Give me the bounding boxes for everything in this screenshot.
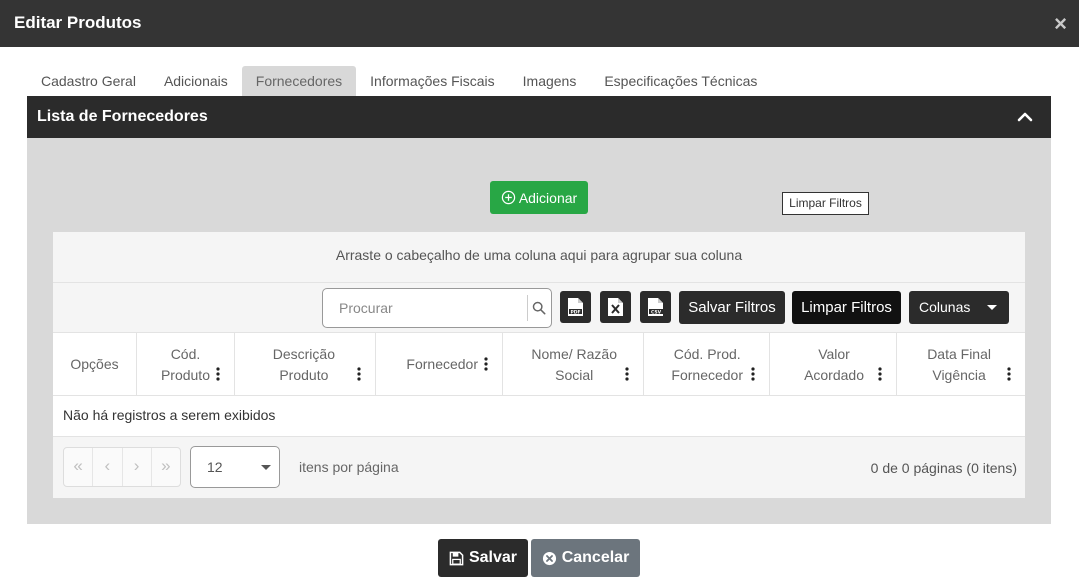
column-header-cod-prod-fornecedor[interactable]: Cód. Prod. Fornecedor — [644, 333, 770, 396]
cancel-button[interactable]: Cancelar — [531, 539, 640, 577]
save-filters-button[interactable]: Salvar Filtros — [679, 291, 785, 324]
plus-circle-icon — [501, 190, 516, 205]
floppy-icon — [449, 551, 464, 565]
column-header-data-final-vigencia[interactable]: Data Final Vigência — [897, 333, 1025, 396]
column-title: Valor — [818, 345, 850, 362]
column-title: Data Final — [927, 345, 991, 362]
column-header-descricao-produto[interactable]: Descrição Produto — [235, 333, 376, 396]
column-header-valor-acordado[interactable]: Valor Acordado — [770, 333, 897, 396]
page-size-value: 12 — [207, 459, 223, 475]
panel-header: Lista de Fornecedores — [27, 96, 1051, 138]
column-title: Fornecedor — [671, 366, 743, 383]
chevron-up-icon[interactable] — [1017, 109, 1033, 125]
search-box — [322, 288, 552, 328]
search-icon[interactable] — [532, 301, 546, 315]
column-menu-icon[interactable] — [216, 367, 220, 381]
pdf-icon: PDF — [568, 298, 583, 316]
times-circle-icon — [542, 551, 556, 565]
data-grid: Arraste o cabeçalho de uma coluna aqui p… — [53, 232, 1025, 498]
column-title: Social — [555, 366, 594, 383]
page-info: 0 de 0 páginas (0 itens) — [870, 460, 1017, 476]
column-menu-icon[interactable] — [484, 357, 488, 371]
svg-text:CSV: CSV — [651, 309, 662, 315]
tab-bar: Cadastro Geral Adicionais Fornecedores I… — [27, 66, 771, 96]
modal-header: Editar Produtos × — [0, 0, 1079, 47]
column-menu-icon[interactable] — [1007, 367, 1011, 381]
add-button-label: Adicionar — [518, 189, 578, 206]
panel-title: Lista de Fornecedores — [37, 108, 208, 125]
modal-title: Editar Produtos — [14, 13, 142, 32]
svg-text:PDF: PDF — [570, 309, 580, 315]
add-button[interactable]: Adicionar — [490, 181, 588, 214]
column-title: Acordado — [804, 366, 864, 383]
grid-toolbar: PDF CSV Salvar Filtros Limpar F — [53, 283, 1025, 333]
export-excel-button[interactable] — [600, 291, 631, 323]
column-menu-icon[interactable] — [878, 367, 882, 381]
tab-informacoes-fiscais[interactable]: Informações Fiscais — [356, 66, 508, 96]
first-page-button[interactable]: « — [64, 448, 94, 486]
next-page-button[interactable]: › — [123, 448, 152, 486]
column-title: Fornecedor — [406, 356, 478, 372]
column-title: Nome/ Razão — [531, 345, 617, 362]
column-header-nome-razao-social[interactable]: Nome/ Razão Social — [503, 333, 644, 396]
column-header-cod-produto[interactable]: Cód. Produto — [137, 333, 235, 396]
cancel-button-label: Cancelar — [561, 549, 630, 566]
column-title: Descrição — [272, 345, 335, 362]
column-header-opcoes: Opções — [53, 333, 137, 396]
tab-especificacoes-tecnicas[interactable]: Especificações Técnicas — [590, 66, 771, 96]
columns-label: Colunas — [919, 299, 971, 315]
caret-down-icon — [261, 465, 271, 470]
column-title: Produto — [160, 366, 210, 383]
columns-dropdown[interactable]: Colunas — [909, 291, 1009, 324]
clear-filters-button[interactable]: Limpar Filtros — [792, 291, 901, 324]
close-icon[interactable]: × — [1054, 13, 1067, 35]
empty-message: Não há registros a serem exibidos — [53, 396, 1025, 437]
column-title: Cód. — [170, 345, 201, 362]
group-panel[interactable]: Arraste o cabeçalho de uma coluna aqui p… — [53, 232, 1025, 283]
column-menu-icon[interactable] — [751, 367, 755, 381]
save-button-label: Salvar — [468, 549, 518, 566]
caret-down-icon — [987, 305, 997, 310]
csv-icon: CSV — [648, 298, 663, 316]
tab-adicionais[interactable]: Adicionais — [150, 66, 242, 96]
column-title: Vigência — [932, 366, 986, 383]
export-pdf-button[interactable]: PDF — [560, 291, 591, 323]
search-separator — [527, 295, 528, 321]
tab-fornecedores[interactable]: Fornecedores — [241, 66, 357, 96]
pager: « ‹ › » 12 itens por página 0 de 0 págin… — [53, 437, 1025, 498]
column-title: Opções — [70, 356, 119, 372]
column-menu-icon[interactable] — [357, 367, 361, 381]
last-page-button[interactable]: » — [152, 448, 180, 486]
tab-cadastro-geral[interactable]: Cadastro Geral — [27, 66, 150, 96]
panel-body: Adicionar Arraste o cabeçalho de uma col… — [27, 138, 1051, 524]
search-input[interactable] — [324, 290, 526, 326]
excel-icon — [608, 298, 623, 316]
column-title: Produto — [279, 366, 329, 383]
pager-buttons: « ‹ › » — [63, 447, 181, 487]
prev-page-button[interactable]: ‹ — [93, 448, 123, 486]
save-button[interactable]: Salvar — [438, 539, 528, 577]
column-title: Cód. Prod. — [673, 345, 741, 362]
page-size-select[interactable]: 12 — [190, 446, 280, 488]
export-csv-button[interactable]: CSV — [640, 291, 671, 323]
tab-imagens[interactable]: Imagens — [509, 66, 591, 96]
column-headers: Opções Cód. Produto Descrição Produto Forn… — [53, 333, 1025, 396]
column-menu-icon[interactable] — [625, 367, 629, 381]
tooltip: Limpar Filtros — [782, 192, 869, 215]
column-header-fornecedor[interactable]: Fornecedor — [376, 333, 503, 396]
page-size-label: itens por página — [299, 459, 399, 475]
